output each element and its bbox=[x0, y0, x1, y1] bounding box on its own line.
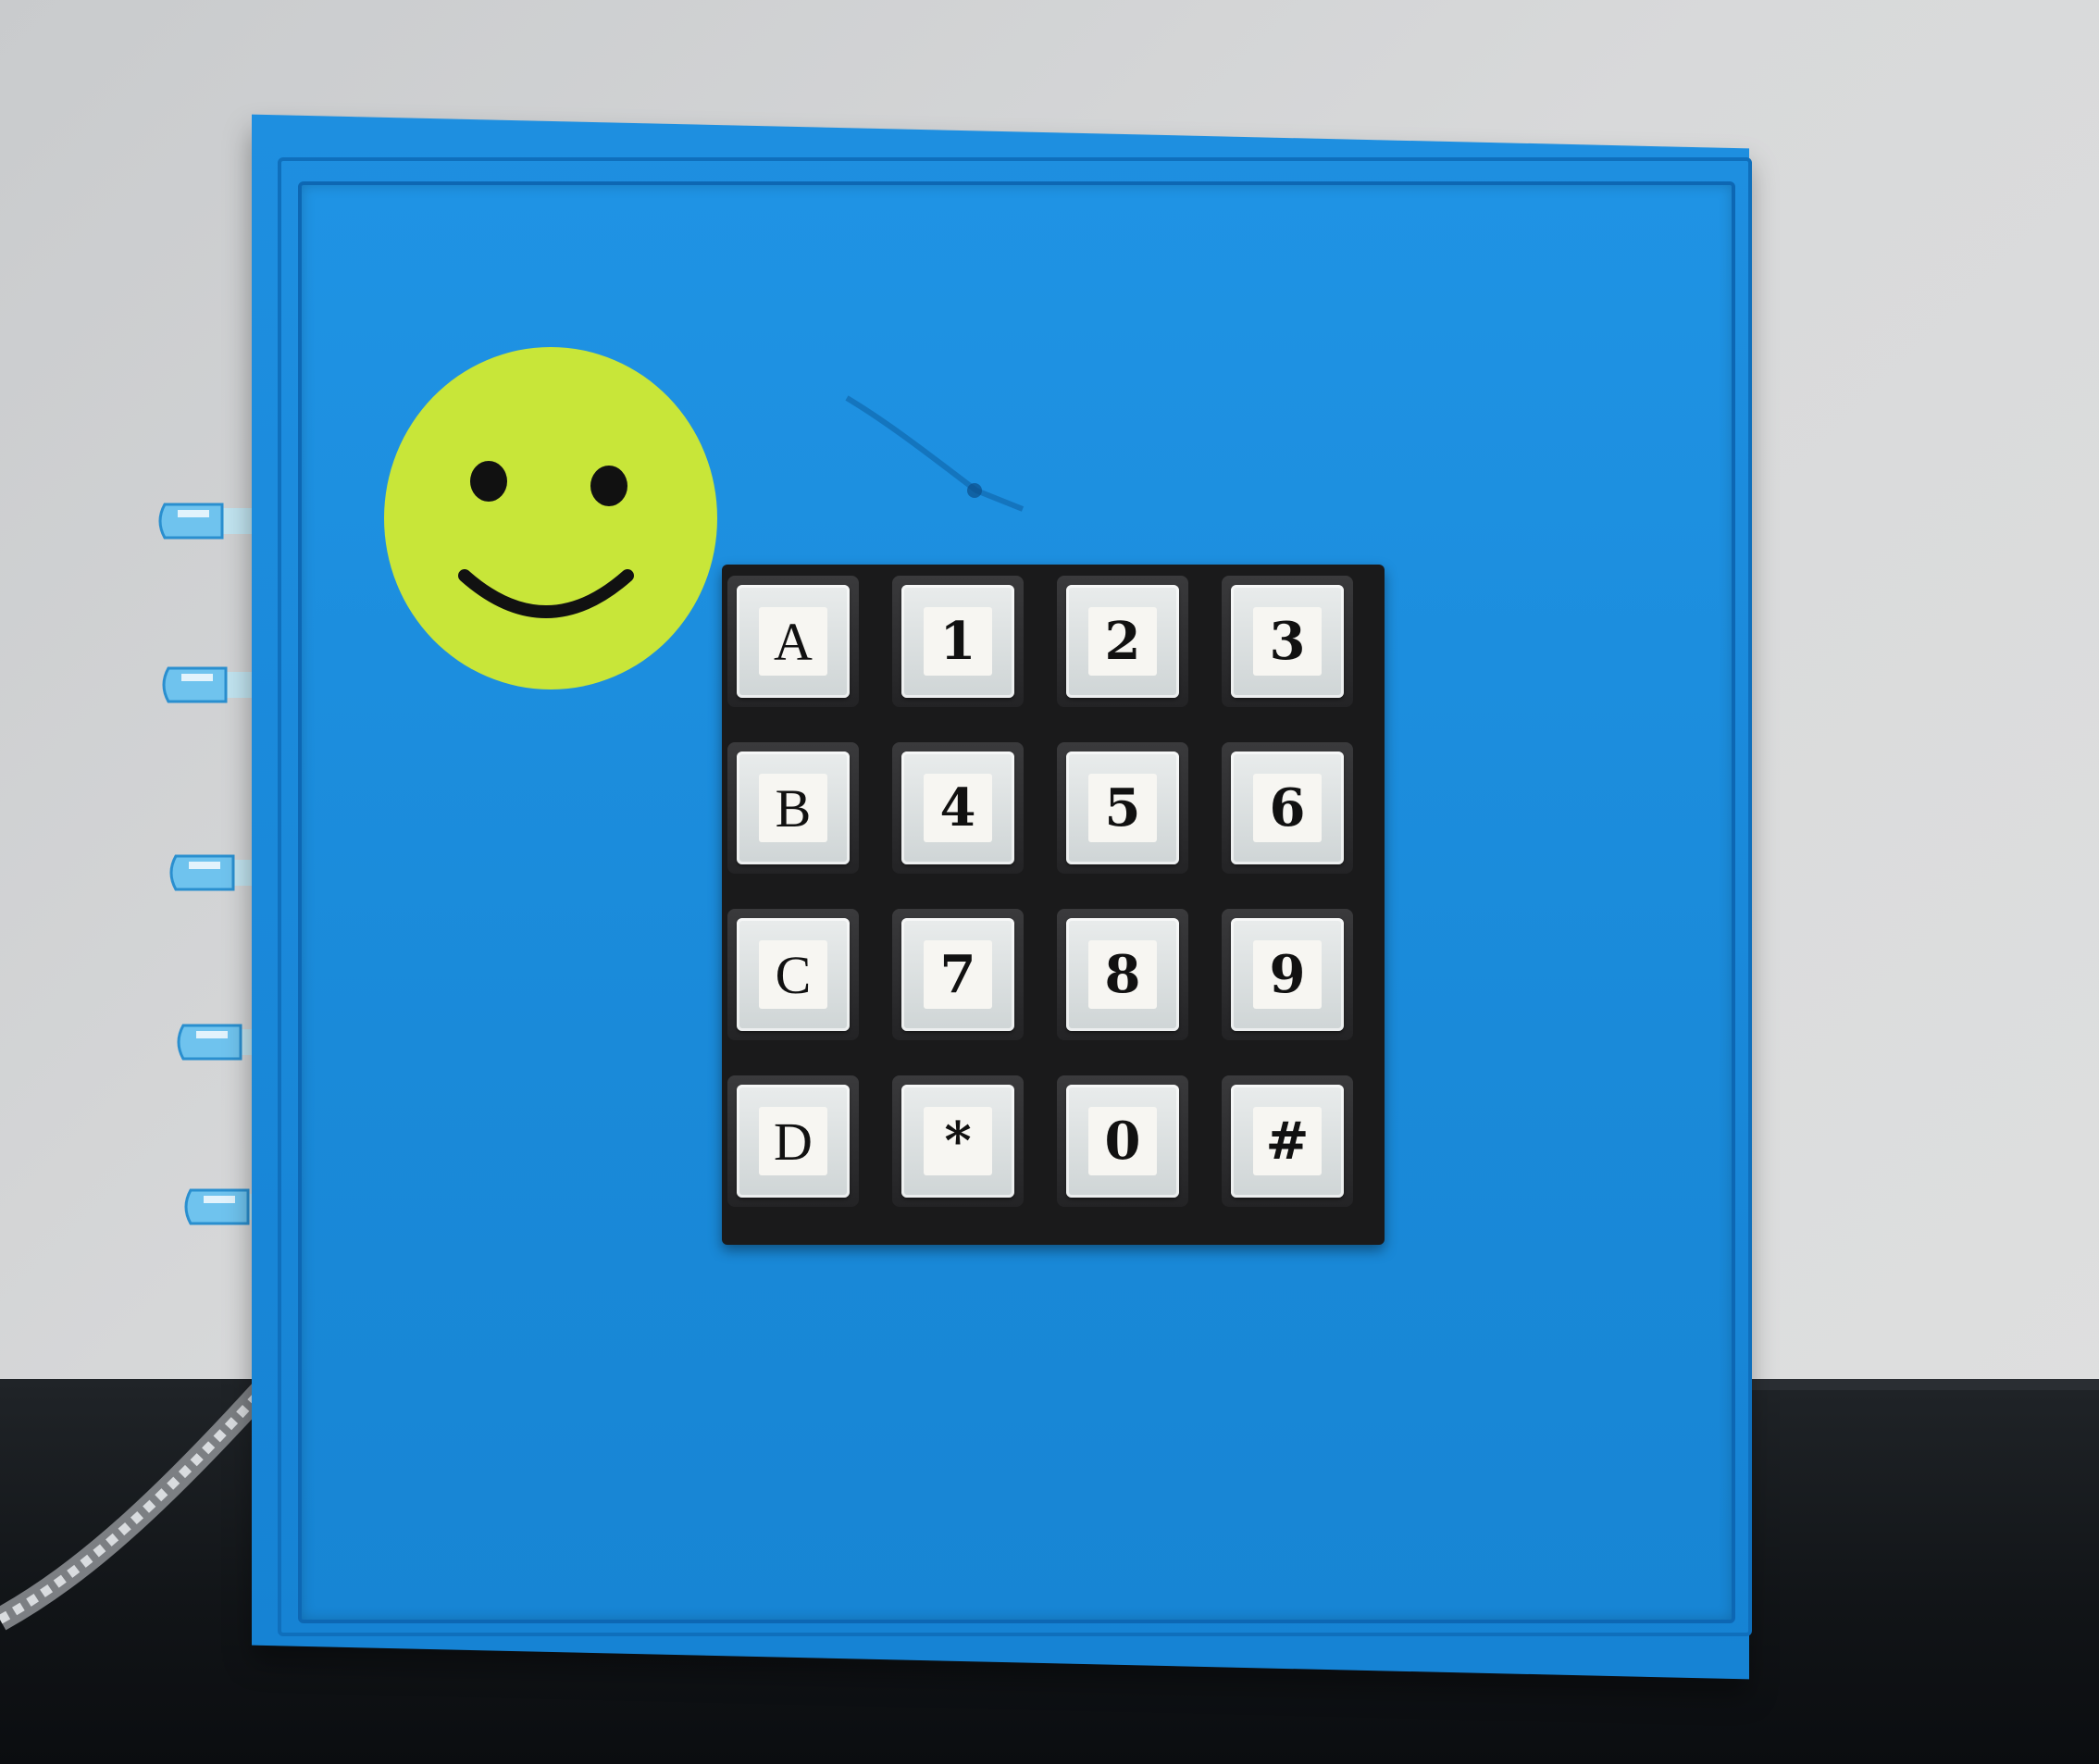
key-label: 8 bbox=[1088, 940, 1157, 1009]
key-d[interactable]: D bbox=[727, 1075, 859, 1207]
keypad-4x4: A 1 2 3 B 4 5 6 C 7 8 9 D * 0 # bbox=[722, 565, 1385, 1245]
key-label: 2 bbox=[1088, 607, 1157, 676]
key-7[interactable]: 7 bbox=[892, 909, 1024, 1040]
key-8[interactable]: 8 bbox=[1057, 909, 1188, 1040]
key-2[interactable]: 2 bbox=[1057, 576, 1188, 707]
smiley-face-icon bbox=[384, 347, 717, 689]
key-label: 0 bbox=[1088, 1107, 1157, 1175]
keycap: 7 bbox=[901, 918, 1014, 1031]
keycap: 1 bbox=[901, 585, 1014, 698]
key-label: 9 bbox=[1253, 940, 1322, 1009]
keycap: 6 bbox=[1231, 752, 1344, 864]
keycap: A bbox=[737, 585, 850, 698]
key-label: 3 bbox=[1253, 607, 1322, 676]
keycap: 2 bbox=[1066, 585, 1179, 698]
key-label: 1 bbox=[924, 607, 992, 676]
key-0[interactable]: 0 bbox=[1057, 1075, 1188, 1207]
keycap: 5 bbox=[1066, 752, 1179, 864]
key-label: D bbox=[759, 1107, 827, 1175]
keycap: # bbox=[1231, 1085, 1344, 1198]
key-4[interactable]: 4 bbox=[892, 742, 1024, 874]
key-label: A bbox=[759, 607, 827, 676]
key-label: 7 bbox=[924, 940, 992, 1009]
key-label: 6 bbox=[1253, 774, 1322, 842]
keycap: C bbox=[737, 918, 850, 1031]
key-a[interactable]: A bbox=[727, 576, 859, 707]
key-c[interactable]: C bbox=[727, 909, 859, 1040]
key-label: 5 bbox=[1088, 774, 1157, 842]
key-hash[interactable]: # bbox=[1222, 1075, 1353, 1207]
key-label: B bbox=[759, 774, 827, 842]
keycap: 9 bbox=[1231, 918, 1344, 1031]
key-star[interactable]: * bbox=[892, 1075, 1024, 1207]
keycap: 0 bbox=[1066, 1085, 1179, 1198]
key-5[interactable]: 5 bbox=[1057, 742, 1188, 874]
key-1[interactable]: 1 bbox=[892, 576, 1024, 707]
key-label: # bbox=[1253, 1107, 1322, 1175]
key-9[interactable]: 9 bbox=[1222, 909, 1353, 1040]
key-3[interactable]: 3 bbox=[1222, 576, 1353, 707]
surface-scratch bbox=[845, 395, 1025, 512]
key-label: 4 bbox=[924, 774, 992, 842]
keycap: D bbox=[737, 1085, 850, 1198]
key-label: C bbox=[759, 940, 827, 1009]
key-6[interactable]: 6 bbox=[1222, 742, 1353, 874]
keycap: * bbox=[901, 1085, 1014, 1198]
key-b[interactable]: B bbox=[727, 742, 859, 874]
keycap: 4 bbox=[901, 752, 1014, 864]
key-label: * bbox=[924, 1107, 992, 1175]
keycap: 3 bbox=[1231, 585, 1344, 698]
keycap: 8 bbox=[1066, 918, 1179, 1031]
keycap: B bbox=[737, 752, 850, 864]
photo-scene: A 1 2 3 B 4 5 6 C 7 8 9 D * 0 # bbox=[0, 0, 2099, 1764]
